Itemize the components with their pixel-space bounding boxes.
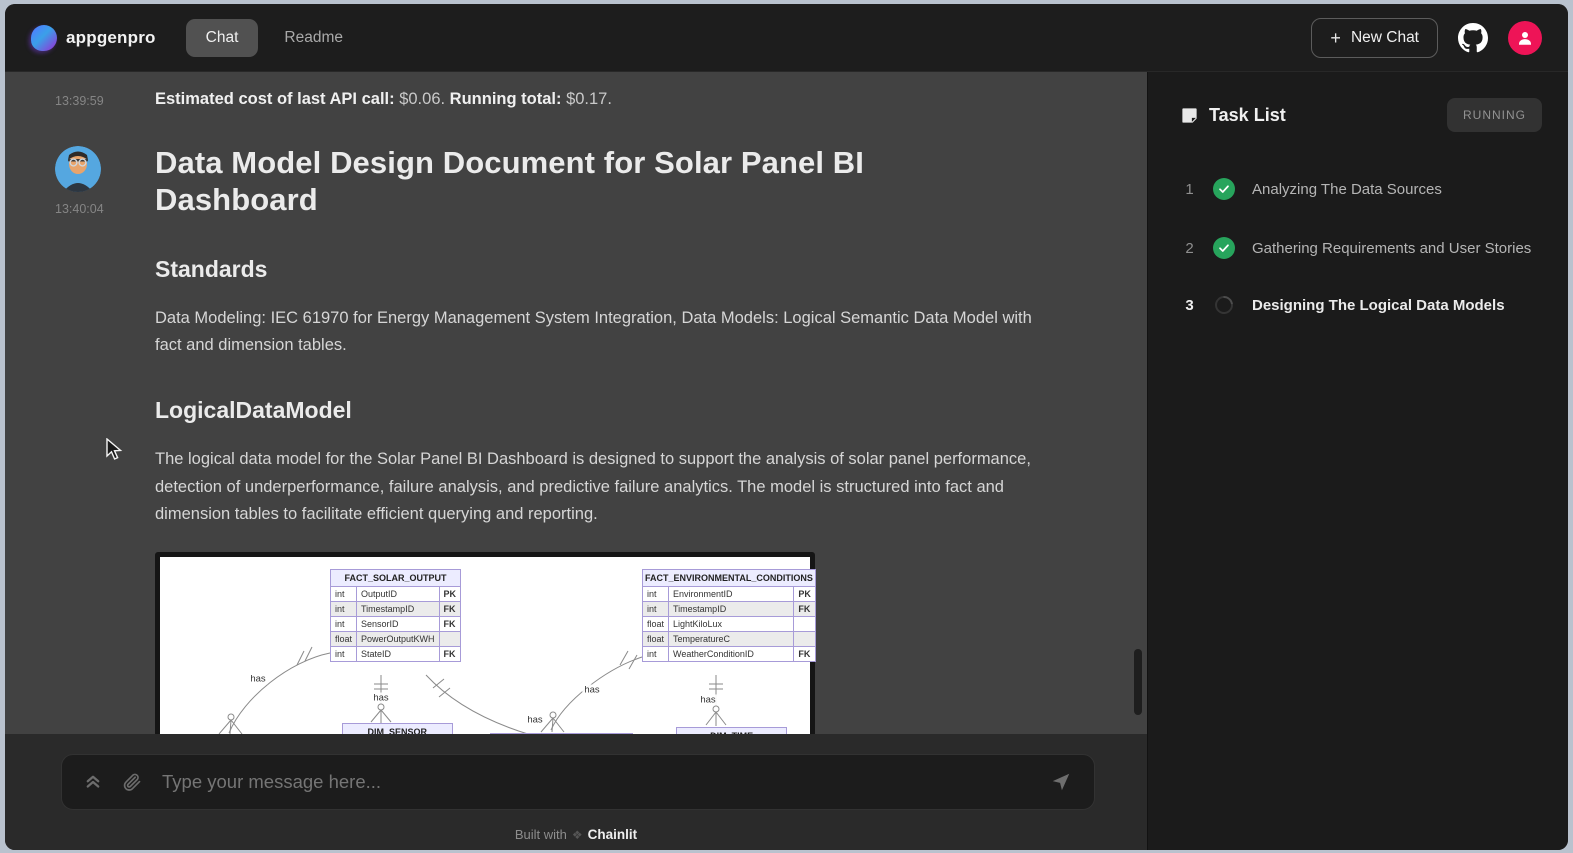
er-canvas: FACT_SOLAR_OUTPUTintOutputIDPKintTimesta… [160, 557, 810, 734]
message-timestamp: 13:39:59 [55, 94, 104, 108]
task-list-icon [1180, 106, 1199, 125]
cost-label-1: Estimated cost of last API call: [155, 90, 395, 108]
cost-value-2: $0.17. [561, 90, 611, 108]
chainlit-brand: Chainlit [588, 827, 638, 842]
task-list-panel: Task List RUNNING 1 Analyzing The Data So… [1147, 72, 1568, 850]
er-table-dim_sensor: DIM_SENSORintSensorIDPKstringSensorTypes… [342, 723, 453, 734]
task-done-check-icon [1213, 237, 1235, 259]
composer-area: Built with ❖ Chainlit [5, 734, 1147, 850]
plus-icon: + [1330, 31, 1341, 45]
er-diagram-image[interactable]: FACT_SOLAR_OUTPUTintOutputIDPKintTimesta… [155, 552, 815, 734]
new-chat-label: New Chat [1351, 29, 1419, 47]
tab-readme[interactable]: Readme [264, 19, 363, 57]
task-number: 3 [1183, 297, 1196, 314]
brand: appgenpro [31, 25, 156, 51]
nav-tabs: Chat Readme [186, 19, 363, 57]
github-icon[interactable] [1458, 23, 1488, 53]
cost-line: Estimated cost of last API call: $0.06. … [155, 90, 1055, 109]
task-running-spinner-icon [1211, 292, 1236, 317]
er-table-fact_environmental_conditions: FACT_ENVIRONMENTAL_CONDITIONSintEnvironm… [642, 569, 816, 662]
task-number: 2 [1183, 240, 1196, 257]
logical-data-model-heading: LogicalDataModel [155, 397, 1055, 424]
task-list-header: Task List RUNNING [1148, 72, 1568, 132]
er-table-dim_time: DIM_TIMEintTimestampIDPKdateDatetimeTime [676, 727, 787, 734]
er-relationship-label: has [582, 684, 601, 695]
task-list-status-badge: RUNNING [1447, 98, 1542, 132]
message-timestamp: 13:40:04 [55, 202, 155, 216]
attachment-paperclip-icon[interactable] [122, 771, 142, 793]
assistant-avatar [55, 146, 101, 192]
task-list-title: Task List [1209, 105, 1286, 126]
chat-area: 13:39:59 Estimated cost of last API call… [5, 72, 1147, 850]
person-icon [1516, 29, 1534, 47]
cost-label-2: Running total: [450, 90, 562, 108]
navbar: appgenpro Chat Readme + New Chat [5, 4, 1568, 72]
cost-value-1: $0.06. [395, 90, 450, 108]
brand-name: appgenpro [66, 28, 156, 48]
task-list-items: 1 Analyzing The Data Sources 2 Gathering Re… [1148, 178, 1568, 314]
er-relationship-label: has [698, 694, 717, 705]
task-label: Designing The Logical Data Models [1252, 297, 1505, 314]
tab-chat[interactable]: Chat [186, 19, 259, 57]
message-composer [61, 754, 1095, 810]
message-cost: 13:39:59 Estimated cost of last API call… [5, 90, 1147, 110]
new-chat-button[interactable]: + New Chat [1311, 18, 1438, 58]
er-relationship-label: has [248, 673, 267, 684]
navbar-right: + New Chat [1311, 18, 1542, 58]
er-relationship-label: has [525, 714, 544, 725]
er-table-fact_solar_output: FACT_SOLAR_OUTPUTintOutputIDPKintTimesta… [330, 569, 461, 662]
chat-scrollbar-thumb[interactable] [1134, 649, 1142, 715]
task-item: 2 Gathering Requirements and User Stories [1148, 237, 1568, 259]
message-document: 13:40:04 Data Model Design Document for … [5, 144, 1147, 734]
task-done-check-icon [1213, 178, 1235, 200]
task-item: 3 Designing The Logical Data Models [1148, 296, 1568, 314]
logical-data-model-paragraph: The logical data model for the Solar Pan… [155, 446, 1055, 527]
task-label: Analyzing The Data Sources [1252, 181, 1442, 198]
built-with-text: Built with [515, 827, 567, 842]
message-input[interactable] [162, 771, 1030, 793]
chat-scroll-region: 13:39:59 Estimated cost of last API call… [5, 72, 1147, 734]
task-item: 1 Analyzing The Data Sources [1148, 178, 1568, 200]
built-with-chainlit-link[interactable]: Built with ❖ Chainlit [5, 827, 1147, 842]
er-relationship-label: has [371, 692, 390, 703]
task-label: Gathering Requirements and User Stories [1252, 240, 1531, 257]
appgenpro-logo-icon [31, 25, 57, 51]
task-number: 1 [1183, 181, 1196, 198]
app-window: appgenpro Chat Readme + New Chat [5, 4, 1568, 850]
send-icon[interactable] [1050, 771, 1072, 793]
chainlit-logo-icon: ❖ [572, 828, 583, 842]
collapse-chevrons-icon[interactable] [84, 773, 102, 791]
document-title: Data Model Design Document for Solar Pan… [155, 144, 1015, 218]
standards-paragraph: Data Modeling: IEC 61970 for Energy Mana… [155, 305, 1055, 359]
user-avatar-button[interactable] [1508, 21, 1542, 55]
standards-heading: Standards [155, 256, 1055, 283]
